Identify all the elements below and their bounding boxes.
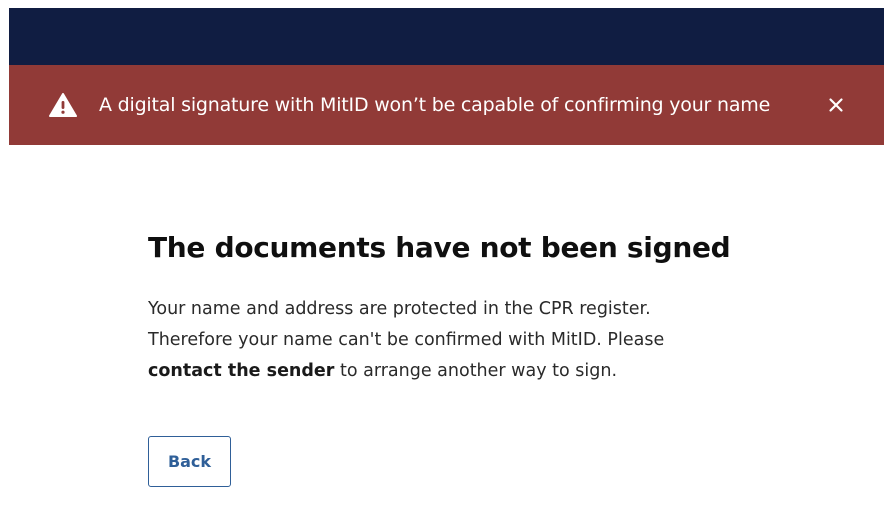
back-button[interactable]: Back	[148, 436, 231, 487]
alert-message: A digital signature with MitID won’t be …	[99, 94, 771, 116]
warning-triangle-icon	[49, 92, 77, 118]
message-line-1: Your name and address are protected in t…	[148, 299, 651, 319]
info-message: Your name and address are protected in t…	[148, 294, 748, 387]
app-frame: A digital signature with MitID won’t be …	[9, 8, 884, 525]
page-title: The documents have not been signed	[148, 231, 731, 264]
top-navigation-bar	[9, 8, 884, 65]
message-line-3: to arrange another way to sign.	[334, 361, 618, 381]
alert-banner: A digital signature with MitID won’t be …	[9, 65, 884, 145]
contact-sender-text: contact the sender	[148, 361, 335, 381]
close-icon[interactable]	[824, 93, 848, 117]
message-line-2: Therefore your name can't be confirmed w…	[148, 330, 665, 350]
main-content: The documents have not been signed Your …	[148, 230, 788, 387]
